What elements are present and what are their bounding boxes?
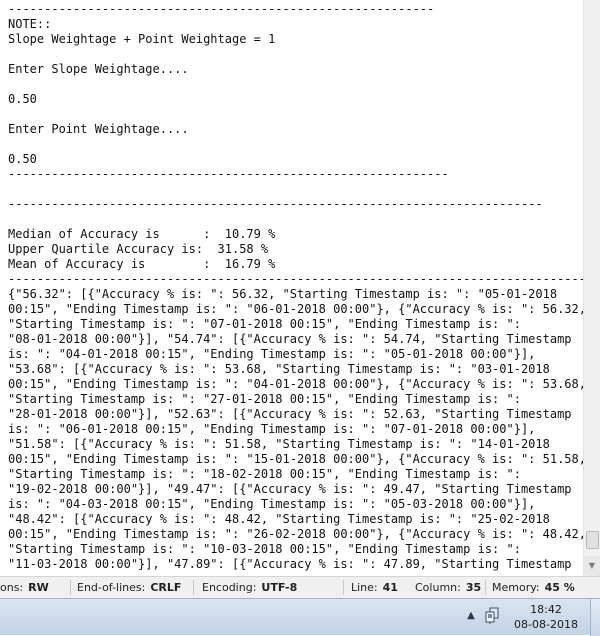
editor-line: "48.42": [{"Accuracy % is: ": 48.42, "St… (8, 512, 550, 526)
line-label: Line: (351, 581, 378, 594)
editor-line: Mean of Accuracy is : 16.79 % (8, 257, 276, 271)
show-desktop-button[interactable] (590, 599, 600, 636)
eol-value: CRLF (150, 581, 182, 594)
status-divider (193, 580, 194, 595)
editor-line: is: ": "04-03-2018 00:15", "Ending Times… (8, 497, 536, 511)
status-end-of-lines: End-of-lines: CRLF (77, 581, 181, 594)
editor-line: "19-02-2018 00:00"}], "49.47": [{"Accura… (8, 482, 572, 496)
status-memory: Memory: 45 % (492, 581, 575, 594)
editor-line: "Starting Timestamp is: ": "10-03-2018 0… (8, 542, 521, 556)
editor-line: "11-03-2018 00:00"}], "47.89": [{"Accura… (8, 557, 572, 571)
scroll-down-arrow-icon[interactable]: ▼ (584, 556, 600, 576)
editor-line: "53.68": [{"Accuracy % is: ": 53.68, "St… (8, 362, 550, 376)
editor-line: Enter Slope Weightage.... (8, 62, 189, 76)
memory-value: 45 % (544, 581, 575, 594)
encoding-label: Encoding: (202, 581, 257, 594)
options-value: RW (28, 581, 49, 594)
editor-line: Enter Point Weightage.... (8, 122, 189, 136)
network-icon[interactable] (483, 607, 501, 625)
column-value: 35 (465, 581, 482, 594)
column-label: Column: (415, 581, 461, 594)
system-clock[interactable]: 18:42 08-08-2018 (508, 602, 584, 632)
editor-line: Median of Accuracy is : 10.79 % (8, 227, 276, 241)
clock-date: 08-08-2018 (514, 618, 578, 631)
editor-line: "28-01-2018 00:00"}], "52.63": [{"Accura… (8, 407, 572, 421)
editor-line: 00:15", "Ending Timestamp is: ": "06-01-… (8, 302, 583, 316)
editor-line: 00:15", "Ending Timestamp is: ": "04-01-… (8, 377, 583, 391)
text-editor-area[interactable]: ----------------------------------------… (0, 0, 583, 576)
editor-line: 0.50 (8, 152, 37, 166)
clock-time: 18:42 (530, 603, 562, 616)
editor-line: ----------------------------------------… (8, 272, 583, 286)
editor-line: "08-01-2018 00:00"}], "54.74": [{"Accura… (8, 332, 572, 346)
status-column: Column: 35 (415, 581, 481, 594)
editor-line: is: ": "04-01-2018 00:15", "Ending Times… (8, 347, 536, 361)
editor-line: 00:15", "Ending Timestamp is: ": "26-02-… (8, 527, 583, 541)
vertical-scrollbar[interactable]: ▼ (583, 0, 600, 576)
memory-label: Memory: (492, 581, 540, 594)
editor-line: 00:15", "Ending Timestamp is: ": "15-01-… (8, 452, 583, 466)
line-value: 41 (382, 581, 398, 594)
editor-line: Slope Weightage + Point Weightage = 1 (8, 32, 276, 46)
encoding-value: UTF-8 (261, 581, 298, 594)
status-line: Line: 41 (351, 581, 398, 594)
status-divider (70, 580, 71, 595)
editor-text: ----------------------------------------… (8, 2, 583, 572)
editor-line: ----------------------------------------… (8, 197, 543, 211)
status-encoding: Encoding: UTF-8 (202, 581, 297, 594)
editor-line: is: ": "06-01-2018 00:15", "Ending Times… (8, 422, 536, 436)
editor-line: {"56.32": [{"Accuracy % is: ": 56.32, "S… (8, 287, 558, 301)
status-divider (485, 580, 486, 595)
editor-line: "Starting Timestamp is: ": "18-02-2018 0… (8, 467, 521, 481)
scrollbar-thumb[interactable] (586, 531, 599, 549)
editor-line: NOTE:: (8, 17, 52, 31)
windows-taskbar: ▲ 18:42 08-08-2018 (0, 598, 600, 636)
editor-line: ----------------------------------------… (8, 167, 449, 181)
editor-line: Upper Quartile Accuracy is: 31.58 % (8, 242, 269, 256)
status-divider (343, 580, 344, 595)
editor-line: 0.50 (8, 92, 37, 106)
editor-line: "Starting Timestamp is: ": "07-01-2018 0… (8, 317, 521, 331)
editor-line: "51.58": [{"Accuracy % is: ": 51.58, "St… (8, 437, 550, 451)
editor-line: "Starting Timestamp is: ": "27-01-2018 0… (8, 392, 521, 406)
tray-chevron-icon[interactable]: ▲ (464, 609, 478, 623)
eol-label: End-of-lines: (77, 581, 146, 594)
options-label: ons: (0, 581, 24, 594)
status-options: ons: RW (0, 581, 49, 594)
status-bar: ons: RW End-of-lines: CRLF Encoding: UTF-8 … (0, 576, 600, 598)
editor-line: ----------------------------------------… (8, 2, 435, 16)
